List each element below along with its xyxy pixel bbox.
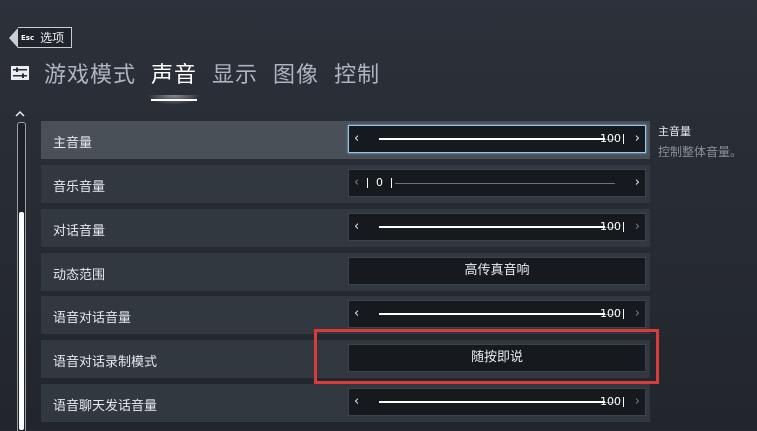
tab-graphics[interactable]: 图像 — [273, 57, 319, 95]
voice-chat-volume-slider[interactable]: ‹ 100 › — [348, 300, 646, 328]
settings-row-music-volume[interactable]: 音乐音量 ‹ 0 › — [41, 165, 650, 203]
setting-label: 语音对话音量 — [53, 311, 132, 326]
highlight-box — [314, 329, 659, 384]
slider-fill — [379, 313, 605, 315]
chevron-right-icon[interactable]: › — [635, 219, 640, 234]
dynamic-range-select[interactable]: 高传真音响 — [348, 257, 646, 285]
chevron-right-icon[interactable]: › — [635, 306, 640, 321]
setting-label: 主音量 — [53, 136, 93, 151]
slider-value: 100 — [600, 220, 621, 233]
slider-value: 100 — [600, 395, 621, 408]
setting-label: 对话音量 — [53, 224, 106, 239]
info-title: 主音量 — [658, 125, 691, 138]
scroll-up-icon[interactable] — [13, 108, 27, 122]
settings-row-dynamic-range[interactable]: 动态范围 高传真音响 — [41, 253, 650, 291]
settings-row-voice-chat-send-volume[interactable]: 语音聊天发话音量 ‹ 100 › — [41, 384, 650, 422]
slider-value: 0 — [376, 176, 383, 189]
chevron-right-icon[interactable]: › — [635, 175, 640, 190]
slider-value: 100 — [600, 132, 621, 145]
slider-min-mark — [367, 178, 368, 188]
setting-label: 语音聊天发话音量 — [53, 399, 158, 414]
dialogue-volume-slider[interactable]: ‹ 100 › — [348, 213, 646, 241]
tab-game-mode[interactable]: 游戏模式 — [44, 57, 136, 95]
slider-fill — [379, 226, 605, 228]
chevron-right-icon[interactable]: › — [635, 394, 640, 409]
chevron-left-icon[interactable]: ‹ — [354, 306, 359, 321]
music-volume-slider[interactable]: ‹ 0 › — [348, 169, 646, 197]
tab-sound-label: 声音 — [151, 63, 198, 88]
slider-fill — [379, 138, 605, 140]
chevron-left-icon[interactable]: ‹ — [354, 394, 359, 409]
info-description: 控制整体音量。 — [658, 145, 743, 159]
tab-controls[interactable]: 控制 — [334, 57, 380, 95]
tab-sound[interactable]: 声音 — [147, 57, 202, 105]
slider-thumb[interactable] — [623, 134, 624, 144]
esc-key-icon: Esc — [21, 33, 35, 42]
slider-thumb[interactable] — [623, 397, 624, 407]
slider-value: 100 — [600, 307, 621, 320]
back-button[interactable]: Esc 选项 — [9, 27, 73, 48]
setting-label: 音乐音量 — [53, 180, 106, 195]
slider-thumb[interactable] — [623, 309, 624, 319]
slider-track — [395, 183, 615, 184]
settings-sliders-icon — [11, 66, 29, 80]
back-label: 选项 — [40, 31, 65, 45]
slider-thumb[interactable] — [623, 222, 624, 232]
tab-active-glow — [147, 95, 202, 105]
chevron-left-icon[interactable]: ‹ — [354, 175, 359, 190]
chevron-left-icon[interactable]: ‹ — [354, 219, 359, 234]
tab-display[interactable]: 显示 — [212, 57, 258, 95]
chevron-left-icon[interactable]: ‹ — [354, 131, 359, 146]
chevron-right-icon[interactable]: › — [635, 131, 640, 146]
scrollbar-thumb[interactable] — [19, 212, 24, 430]
setting-label: 语音对话录制模式 — [53, 355, 158, 370]
settings-row-master-volume[interactable]: 主音量 ‹ 100 › — [41, 121, 650, 159]
setting-label: 动态范围 — [53, 268, 106, 283]
back-arrow-icon — [9, 27, 18, 48]
slider-thumb[interactable] — [391, 178, 392, 188]
master-volume-slider[interactable]: ‹ 100 › — [348, 125, 646, 153]
voice-chat-send-volume-slider[interactable]: ‹ 100 › — [348, 388, 646, 416]
category-tabs: 游戏模式 声音 显示 图像 控制 — [44, 57, 395, 105]
slider-fill — [379, 401, 605, 403]
settings-row-dialogue-volume[interactable]: 对话音量 ‹ 100 › — [41, 209, 650, 247]
